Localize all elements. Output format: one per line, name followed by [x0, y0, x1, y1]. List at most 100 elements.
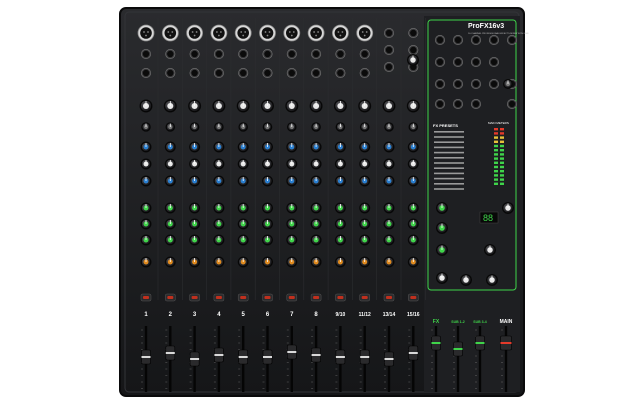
eq-high-knob[interactable] [310, 141, 322, 153]
xlr-input[interactable] [234, 24, 252, 42]
gain-knob[interactable] [163, 99, 177, 113]
eq-high-knob[interactable] [383, 141, 395, 153]
insert-jack[interactable] [286, 68, 297, 79]
gain-knob[interactable] [333, 99, 347, 113]
pan-knob[interactable] [383, 256, 395, 268]
eq-high-knob[interactable] [164, 141, 176, 153]
insert-jack[interactable] [141, 68, 152, 79]
output-jack[interactable] [506, 34, 517, 45]
pan-knob[interactable] [189, 256, 201, 268]
gain-knob[interactable] [406, 99, 420, 113]
pan-knob[interactable] [237, 256, 249, 268]
mute-button[interactable] [286, 293, 298, 302]
comp-knob[interactable] [165, 122, 176, 132]
mute-button[interactable] [213, 293, 225, 302]
pan-knob[interactable] [140, 256, 152, 268]
output-jack[interactable] [470, 79, 481, 90]
xlr-input[interactable] [331, 24, 349, 42]
fx-return-knob[interactable] [436, 202, 448, 214]
eq-mid-knob[interactable] [213, 158, 225, 170]
output-jack[interactable] [434, 99, 445, 110]
comp-knob[interactable] [311, 122, 321, 132]
pan-knob[interactable] [262, 256, 273, 268]
comp-knob[interactable] [384, 122, 394, 132]
mute-button[interactable] [383, 293, 395, 302]
output-jack[interactable] [488, 79, 499, 90]
pan-knob[interactable] [359, 256, 371, 268]
mute-button[interactable] [165, 293, 176, 302]
eq-high-knob[interactable] [334, 141, 346, 153]
comp-knob[interactable] [214, 122, 224, 132]
gain-knob[interactable] [285, 99, 299, 113]
xlr-input[interactable] [307, 24, 325, 42]
output-jack[interactable] [452, 34, 463, 45]
aux-send-knob[interactable] [164, 202, 176, 214]
xlr-input[interactable] [283, 24, 301, 42]
aux-send-knob[interactable] [383, 202, 395, 214]
gain-knob[interactable] [188, 99, 202, 113]
fx-send-knob[interactable] [262, 234, 273, 246]
eq-mid-knob[interactable] [262, 158, 273, 170]
gain-knob[interactable] [358, 99, 372, 113]
comp-knob[interactable] [189, 122, 200, 132]
line-in-level-knob[interactable] [407, 54, 419, 66]
comp-knob[interactable] [141, 122, 151, 132]
eq-mid-knob[interactable] [383, 158, 395, 170]
mute-button[interactable] [262, 293, 273, 302]
aux-send-knob[interactable] [213, 202, 225, 214]
fx-send-knob[interactable] [407, 234, 419, 246]
comp-knob[interactable] [335, 122, 346, 132]
eq-low-knob[interactable] [359, 175, 371, 187]
eq-low-knob[interactable] [262, 175, 273, 187]
aux-send-knob[interactable] [189, 202, 201, 214]
line-input-jack[interactable] [213, 48, 224, 59]
fx-send-knob[interactable] [359, 234, 371, 246]
line-input-jack[interactable] [262, 48, 273, 59]
eq-mid-knob[interactable] [407, 158, 419, 170]
xlr-input[interactable] [356, 24, 374, 42]
comp-knob[interactable] [359, 122, 370, 132]
eq-high-knob[interactable] [262, 141, 273, 153]
xlr-input[interactable] [161, 24, 179, 42]
aux-send-knob[interactable] [407, 218, 419, 230]
fx-to-aux-knob[interactable] [436, 222, 448, 234]
fx-send-knob[interactable] [383, 234, 395, 246]
aux-send-knob[interactable] [310, 202, 322, 214]
xlr-input[interactable] [210, 24, 228, 42]
aux-send-knob[interactable] [140, 202, 152, 214]
aux-send-knob[interactable] [189, 218, 201, 230]
gain-knob[interactable] [309, 99, 323, 113]
aux-send-knob[interactable] [334, 218, 346, 230]
line-input-jack[interactable] [311, 48, 322, 59]
phones-level-knob[interactable] [484, 244, 496, 256]
eq-low-knob[interactable] [189, 175, 201, 187]
eq-high-knob[interactable] [237, 141, 249, 153]
fx-send-knob[interactable] [140, 234, 152, 246]
line-input-jack[interactable] [408, 44, 419, 55]
pan-knob[interactable] [213, 256, 225, 268]
gain-knob[interactable] [382, 99, 396, 113]
pan-knob[interactable] [310, 256, 322, 268]
aux-send-knob[interactable] [213, 218, 225, 230]
xlr-input[interactable] [186, 24, 204, 42]
aux-send-knob[interactable] [140, 218, 152, 230]
eq-low-knob[interactable] [334, 175, 346, 187]
mute-button[interactable] [359, 293, 370, 302]
aux-send-knob[interactable] [310, 218, 322, 230]
comp-knob[interactable] [262, 122, 273, 132]
pan-knob[interactable] [334, 256, 346, 268]
aux-send-knob[interactable] [164, 218, 176, 230]
mute-button[interactable] [408, 293, 419, 302]
eq-mid-knob[interactable] [189, 158, 201, 170]
eq-low-knob[interactable] [310, 175, 322, 187]
line-input-jack[interactable] [189, 48, 200, 59]
eq-high-knob[interactable] [213, 141, 225, 153]
eq-mid-knob[interactable] [334, 158, 346, 170]
insert-jack[interactable] [262, 68, 273, 79]
aux-send-knob[interactable] [359, 202, 371, 214]
aux-send-knob[interactable] [383, 218, 395, 230]
output-jack[interactable] [434, 34, 445, 45]
line-input-jack[interactable] [359, 48, 370, 59]
eq-mid-knob[interactable] [140, 158, 152, 170]
line-input-jack[interactable] [335, 48, 346, 59]
